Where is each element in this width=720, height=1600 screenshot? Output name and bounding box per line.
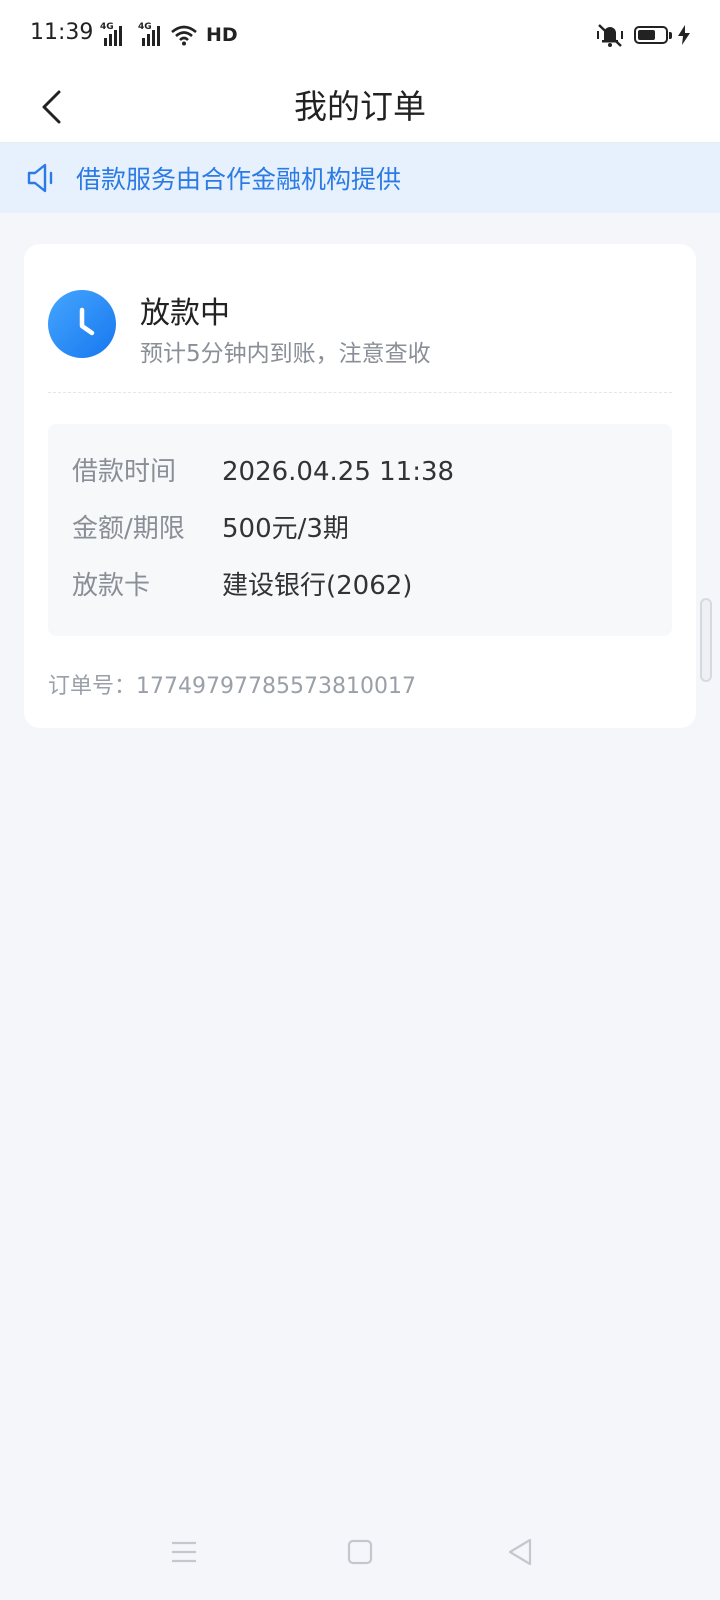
page-title: 我的订单 xyxy=(294,87,426,126)
order-status-title: 放款中 xyxy=(140,296,230,331)
back-arrow-icon xyxy=(42,90,61,124)
hd-indicator: HD xyxy=(206,24,238,46)
detail-label: 金额/期限 xyxy=(72,514,185,544)
notice-banner: 借款服务由合作金融机构提供 xyxy=(0,143,720,213)
network-type-2: 4G xyxy=(138,22,152,32)
back-button[interactable] xyxy=(28,82,76,132)
signal-2-icon: 4G xyxy=(138,22,164,46)
scrollbar[interactable] xyxy=(700,598,712,682)
status-time: 11:39 xyxy=(30,20,94,45)
detail-row-amount-term: 金额/期限 500元/3期 xyxy=(72,509,349,549)
home-square-icon xyxy=(347,1539,373,1565)
detail-label: 借款时间 xyxy=(72,457,177,487)
charging-icon xyxy=(678,25,690,45)
order-card[interactable]: 放款中 预计5分钟内到账，注意查收 借款时间 2026.04.25 11:38 金… xyxy=(24,244,696,728)
status-left-icons: 4G 4G HD xyxy=(100,22,238,46)
wifi-icon xyxy=(171,25,197,46)
network-type-1: 4G xyxy=(100,22,114,32)
menu-icon xyxy=(172,1541,196,1563)
divider xyxy=(48,392,672,393)
status-right-icons xyxy=(596,22,690,48)
detail-value: 建设银行(2062) xyxy=(222,571,413,601)
system-nav-bar xyxy=(0,1520,720,1600)
notice-text: 借款服务由合作金融机构提供 xyxy=(76,165,402,194)
detail-label: 放款卡 xyxy=(72,571,151,601)
home-button[interactable] xyxy=(340,1532,380,1572)
menu-button[interactable] xyxy=(164,1532,204,1572)
order-detail-box: 借款时间 2026.04.25 11:38 金额/期限 500元/3期 放款卡 建设银… xyxy=(48,424,672,636)
vibrate-mute-icon xyxy=(597,24,623,47)
signal-1-icon: 4G xyxy=(100,22,126,46)
status-bar: 11:39 4G 4G HD xyxy=(0,0,720,72)
detail-row-bank-card: 放款卡 建设银行(2062) xyxy=(72,566,412,606)
battery-icon xyxy=(634,26,672,44)
back-triangle-icon xyxy=(508,1538,532,1566)
back-nav-button[interactable] xyxy=(500,1532,540,1572)
speaker-icon xyxy=(27,163,53,193)
detail-row-loan-time: 借款时间 2026.04.25 11:38 xyxy=(72,452,454,492)
order-status-subtitle: 预计5分钟内到账，注意查收 xyxy=(140,341,431,367)
nav-bar: 我的订单 xyxy=(0,72,720,143)
detail-value: 500元/3期 xyxy=(222,514,349,544)
clock-icon xyxy=(48,290,116,358)
detail-value: 2026.04.25 11:38 xyxy=(222,457,455,487)
battery-fill xyxy=(638,30,655,40)
order-number: 订单号：17749797785573810017 xyxy=(48,674,416,699)
